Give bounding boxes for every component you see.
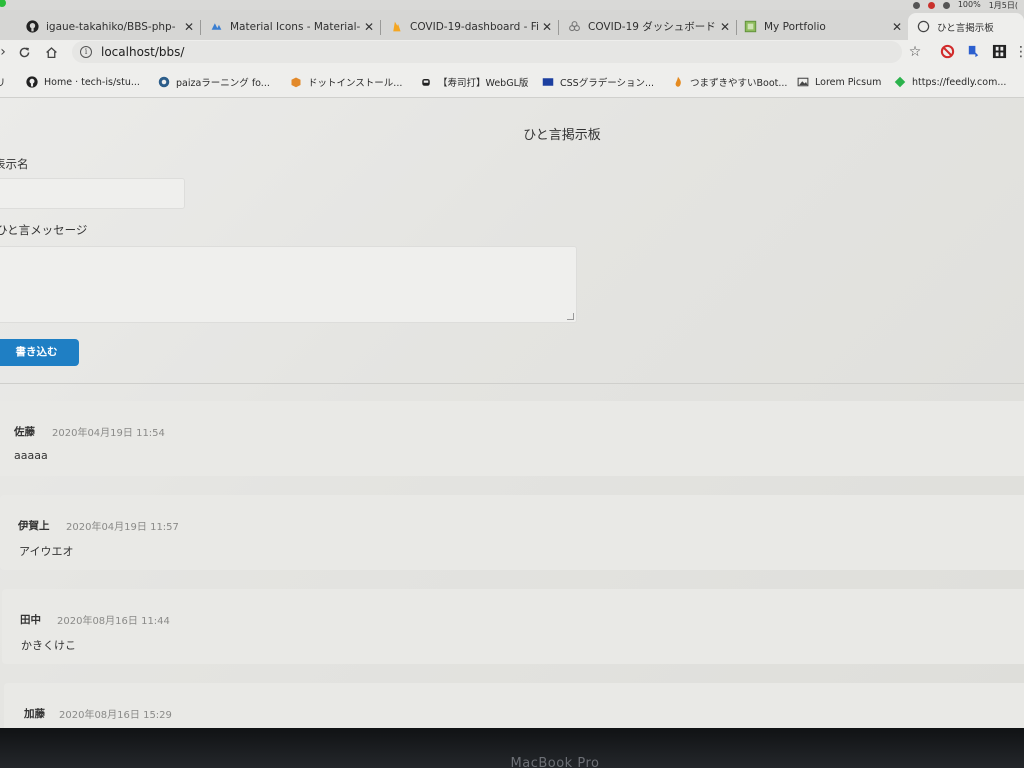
screen: 100% 1月5日( igaue-takahiko/BBS-php- ✕ Mat… [0, 0, 1024, 728]
browser-toolbar: › i localhost/bbs/ ☆ ⋮ [0, 40, 1024, 64]
close-icon[interactable]: ✕ [540, 20, 554, 34]
post-author: 加藤 [24, 708, 45, 720]
close-icon[interactable]: ✕ [182, 20, 196, 34]
menubar-record-icon[interactable] [927, 2, 935, 9]
close-icon[interactable]: ✕ [890, 20, 904, 34]
page-title: ひと言掲示板 [523, 128, 601, 143]
post-item: 加藤 2020年08月16日 15:29 [4, 683, 1024, 728]
bookmark-lorem-picsum[interactable]: Lorem Picsum [797, 73, 881, 91]
bookmark-label: つまずきやすいBoot... [690, 78, 788, 89]
post-message: かきくけこ [21, 639, 76, 652]
bookmark-paiza[interactable]: paizaラーニング fo... [158, 73, 270, 91]
post-date: 2020年04月19日 11:57 [66, 522, 179, 533]
post-date: 2020年08月16日 11:44 [57, 616, 170, 627]
post-item: 伊賀上 2020年04月19日 11:57 アイウエオ [0, 495, 1024, 570]
paiza-icon [158, 76, 170, 88]
material-icon [210, 20, 223, 33]
post-item: 田中 2020年08月16日 11:44 かきくけこ [2, 589, 1024, 664]
resize-handle-icon[interactable] [567, 313, 574, 320]
post-author: 佐藤 [14, 426, 35, 438]
adblock-icon[interactable] [940, 44, 955, 59]
bookmark-label: リ [0, 78, 6, 89]
bookmark-label: CSSグラデーション... [560, 78, 655, 89]
globe-icon [917, 20, 930, 33]
feedly-icon [894, 76, 906, 88]
bookmark-label: Lorem Picsum [815, 76, 882, 88]
divider [0, 383, 1024, 384]
message-label: ひと言メッセージ [0, 223, 88, 237]
firebase-icon [390, 20, 403, 33]
tab-title: My Portfolio [764, 20, 826, 33]
bookmark-github-home[interactable]: Home · tech-is/stu... [26, 73, 140, 91]
bookmark-dotinstall[interactable]: ドットインストール... [290, 73, 402, 91]
tab-covid-dashboard[interactable]: COVID-19-dashboard - Fi ✕ [390, 13, 554, 40]
tab-portfolio[interactable]: My Portfolio ✕ [744, 13, 904, 40]
post-message: aaaaa [14, 449, 48, 462]
bookmark-sushida[interactable]: 【寿司打】WebGL版 [420, 73, 528, 91]
bookmark-feedly[interactable]: https://feedly.com... [894, 73, 1006, 91]
name-label: 表示名 [0, 157, 29, 171]
tab-covid-jp[interactable]: COVID-19 ダッシュボード ✕ [568, 13, 732, 40]
image-icon [797, 76, 809, 88]
name-input[interactable] [0, 178, 185, 209]
portfolio-icon [744, 20, 757, 33]
tab-separator [200, 20, 201, 35]
box-icon [290, 76, 302, 88]
github-icon [26, 20, 39, 33]
address-bar[interactable]: i localhost/bbs/ [72, 41, 902, 63]
tab-title: igaue-takahiko/BBS-php- [46, 20, 176, 33]
extension-arrow-icon[interactable] [966, 44, 981, 59]
submit-button[interactable]: 書き込む [0, 339, 79, 366]
extension-grid-icon[interactable] [992, 44, 1007, 59]
tab-separator [736, 20, 737, 35]
tab-title: COVID-19-dashboard - Fi [410, 20, 539, 33]
bookmark-apps[interactable]: リ [0, 73, 6, 91]
bookmark-label: ドットインストール... [308, 78, 403, 89]
bookmarks-bar: リ Home · tech-is/stu... paizaラーニング fo...… [0, 64, 1024, 98]
bookmark-label: paizaラーニング fo... [176, 78, 270, 89]
laptop-bezel: MacBook Pro [0, 728, 1024, 768]
covid-icon [568, 20, 581, 33]
menubar-app-icon[interactable] [942, 2, 950, 9]
home-icon[interactable] [42, 43, 60, 61]
post-date: 2020年04月19日 11:54 [52, 428, 165, 439]
bookmark-label: 【寿司打】WebGL版 [438, 78, 529, 89]
macos-menu-bar: 100% 1月5日( [0, 0, 1024, 10]
menu-icon[interactable]: ⋮ [1012, 43, 1024, 61]
tab-title: COVID-19 ダッシュボード [588, 21, 716, 33]
close-icon[interactable]: ✕ [362, 20, 376, 34]
device-label: MacBook Pro [510, 756, 600, 768]
bookmark-label: Home · tech-is/stu... [44, 76, 140, 88]
tab-strip: igaue-takahiko/BBS-php- ✕ Material Icons… [0, 10, 1024, 40]
close-icon[interactable]: ✕ [718, 20, 732, 34]
message-textarea[interactable] [0, 246, 577, 323]
post-author: 伊賀上 [18, 520, 50, 532]
menubar-status-icon[interactable] [912, 2, 920, 9]
bookmark-star-icon[interactable]: ☆ [906, 43, 924, 61]
css-icon [542, 76, 554, 88]
tab-github[interactable]: igaue-takahiko/BBS-php- ✕ [26, 13, 196, 40]
traffic-light-icon[interactable] [0, 0, 6, 7]
info-icon[interactable]: i [80, 46, 92, 58]
post-message: アイウエオ [19, 545, 74, 558]
tab-separator [380, 20, 381, 35]
tab-material-icons[interactable]: Material Icons - Material- ✕ [210, 13, 376, 40]
tab-title: ひと言掲示板 [937, 22, 994, 34]
sushi-icon [420, 76, 432, 88]
post-date: 2020年08月16日 15:29 [59, 710, 172, 721]
bookmark-css-gradation[interactable]: CSSグラデーション... [542, 73, 654, 91]
post-author: 田中 [20, 614, 41, 626]
flame-icon [672, 76, 684, 88]
tab-title: Material Icons - Material- [230, 20, 361, 33]
page-content: ひと言掲示板 表示名 ひと言メッセージ 書き込む 佐藤 2020年04月19日 … [0, 99, 1024, 728]
tab-bbs[interactable]: ひと言掲示板 [908, 13, 1024, 40]
bookmark-bootstrap[interactable]: つまずきやすいBoot... [672, 73, 787, 91]
bookmark-label: https://feedly.com... [912, 76, 1007, 88]
reload-icon[interactable] [15, 43, 33, 61]
url-text: localhost/bbs/ [101, 45, 185, 59]
tab-separator [558, 20, 559, 35]
forward-icon[interactable]: › [0, 43, 12, 61]
github-icon [26, 76, 38, 88]
post-item: 佐藤 2020年04月19日 11:54 aaaaa [0, 401, 1024, 476]
